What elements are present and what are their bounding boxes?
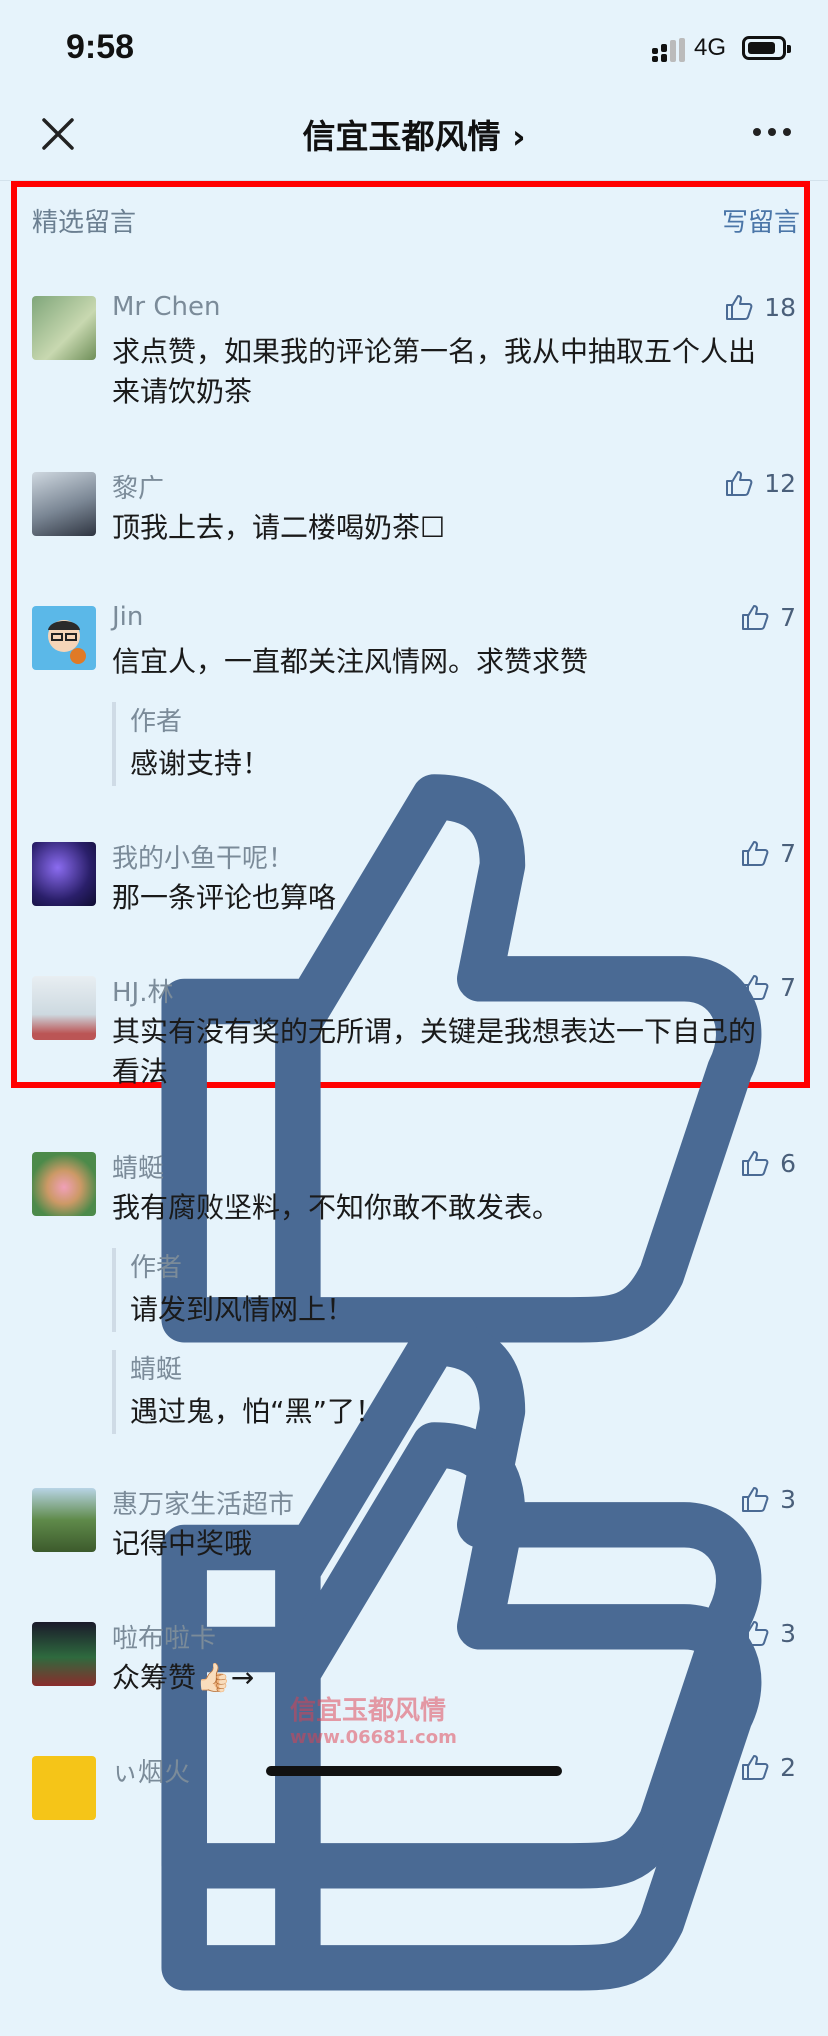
like-count: 18 bbox=[764, 292, 796, 322]
avatar[interactable] bbox=[32, 606, 96, 670]
avatar[interactable] bbox=[32, 296, 96, 360]
author-reply: 作者 请发到风情网上！ bbox=[112, 1248, 798, 1889]
avatar[interactable] bbox=[32, 976, 96, 1040]
avatar[interactable] bbox=[32, 1622, 96, 1686]
account-title[interactable]: 信宜玉都风情 › bbox=[0, 110, 828, 158]
avatar[interactable] bbox=[32, 1488, 96, 1552]
status-time: 9:58 bbox=[66, 28, 135, 66]
watermark-url: www.06681.com bbox=[290, 1727, 457, 1748]
comment-author[interactable]: HJ.林 bbox=[112, 972, 173, 1009]
like-button[interactable]: 18 bbox=[724, 292, 796, 322]
comment-text: 顶我上去，请二楼喝奶茶☐ bbox=[112, 511, 446, 544]
comment-author[interactable]: 啦布啦卡 bbox=[112, 1618, 216, 1655]
like-button[interactable]: 12 bbox=[724, 468, 796, 498]
comment-text: 信宜人，一直都关注风情网。求赞求赞 bbox=[112, 645, 589, 678]
comment-author[interactable]: ぃ烟火 bbox=[112, 1752, 190, 1789]
thumbs-up-icon bbox=[726, 295, 753, 320]
comment-author[interactable]: Mr Chen bbox=[112, 292, 221, 322]
like-button[interactable]: 7 bbox=[740, 838, 796, 868]
like-count: 6 bbox=[780, 1148, 796, 1178]
comment-text: 其实有没有奖的无所谓，关键是我想表达一下自己的看法 bbox=[112, 1015, 757, 1084]
like-count: 7 bbox=[780, 838, 796, 868]
comment-text: 我有腐败坚料，不知你敢不敢发表。 bbox=[112, 1191, 561, 1224]
user-reply: 蜻蜓 遇过鬼，怕“黑”了！ bbox=[112, 1350, 798, 1991]
more-icon[interactable] bbox=[752, 126, 792, 138]
comment-author[interactable]: 蜻蜓 bbox=[112, 1148, 164, 1185]
featured-comments-label: 精选留言 bbox=[32, 208, 137, 238]
thumbs-up-icon bbox=[742, 1621, 769, 1646]
like-button[interactable]: 2 bbox=[740, 1752, 796, 1782]
signal-icon bbox=[652, 38, 685, 62]
comment-text: 记得中奖哦 bbox=[112, 1527, 253, 1560]
network-type: 4G bbox=[694, 34, 727, 61]
like-count: 3 bbox=[780, 1484, 796, 1514]
avatar[interactable] bbox=[32, 472, 96, 536]
comment-author[interactable]: Jin bbox=[112, 602, 143, 632]
thumbs-up-icon bbox=[742, 975, 769, 1000]
write-comment-link[interactable]: 写留言 bbox=[700, 202, 800, 239]
comment-text: 那一条评论也算咯 bbox=[112, 881, 337, 914]
like-button[interactable]: 7 bbox=[740, 602, 796, 632]
thumbs-up-icon bbox=[742, 1151, 769, 1176]
like-button[interactable]: 3 bbox=[740, 1484, 796, 1514]
status-bar: 9:58 4G bbox=[0, 0, 828, 100]
battery-icon bbox=[742, 36, 791, 60]
thumbs-up-icon bbox=[742, 1487, 769, 1512]
watermark: 信宜玉都风情 www.06681.com bbox=[290, 1690, 570, 1770]
like-count: 3 bbox=[780, 1618, 796, 1648]
home-indicator[interactable] bbox=[266, 1766, 562, 1776]
like-count: 2 bbox=[780, 1752, 796, 1782]
thumbs-up-icon bbox=[742, 841, 769, 866]
avatar[interactable] bbox=[32, 1756, 96, 1820]
thumbs-up-icon bbox=[742, 605, 769, 630]
author-reply: 作者 感谢支持！ bbox=[112, 702, 798, 1343]
avatar[interactable] bbox=[32, 842, 96, 906]
comment-author[interactable]: 黎广 bbox=[112, 468, 164, 505]
nav-bar: 信宜玉都风情 › bbox=[0, 100, 828, 181]
like-button[interactable]: 6 bbox=[740, 1148, 796, 1178]
like-button[interactable]: 3 bbox=[740, 1618, 796, 1648]
like-count: 12 bbox=[764, 468, 796, 498]
avatar[interactable] bbox=[32, 1152, 96, 1216]
like-button[interactable]: 7 bbox=[740, 972, 796, 1002]
thumbs-up-icon bbox=[726, 471, 753, 496]
thumbs-up-icon bbox=[742, 1755, 769, 1780]
comment-author[interactable]: 我的小鱼干呢！ bbox=[112, 838, 294, 875]
battery-level bbox=[748, 42, 776, 54]
like-count: 7 bbox=[780, 602, 796, 632]
comment-text: 求点赞，如果我的评论第一名，我从中抽取五个人出来请饮奶茶 bbox=[112, 335, 757, 408]
comment-author[interactable]: 惠万家生活超市 bbox=[112, 1484, 294, 1521]
watermark-title: 信宜玉都风情 bbox=[290, 1696, 447, 1726]
like-count: 7 bbox=[780, 972, 796, 1002]
